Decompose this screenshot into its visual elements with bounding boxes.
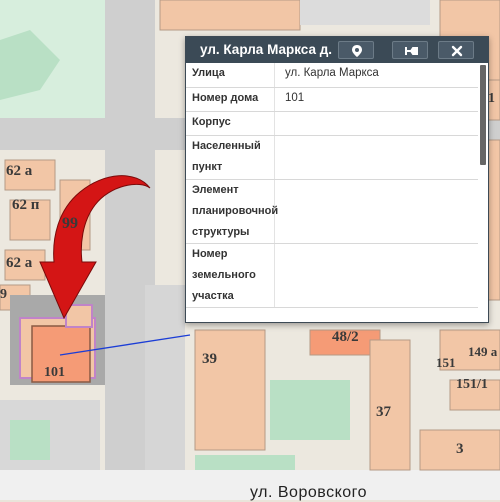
house-label: 99 (62, 215, 78, 232)
house-label: 39 (202, 351, 217, 367)
house-label: 151/1 (456, 377, 488, 392)
attr-value: ул. Карла Маркса (274, 63, 478, 88)
house-label: 1 (488, 91, 495, 106)
house-label: 3 (456, 441, 464, 457)
info-popup: ул. Карла Маркса д. Улица ул. Карла Марк… (185, 36, 489, 323)
attr-key: Корпус (186, 111, 275, 136)
popup-header: ул. Карла Маркса д. (186, 37, 488, 63)
house-label: 149 а (468, 344, 498, 359)
attr-key: Элемент планировочной структуры (186, 179, 278, 244)
attr-key: Номер земельного участка (186, 243, 275, 308)
popup-scrollbar[interactable] (480, 65, 486, 165)
table-row: Номер дома 101 (186, 87, 478, 112)
table-row: Населенный пункт (186, 135, 478, 180)
house-label: 48/2 (332, 329, 359, 345)
popup-title: ул. Карла Маркса д. (200, 42, 333, 57)
attr-value (274, 179, 478, 244)
table-row: Корпус (186, 111, 478, 136)
attr-key: Улица (186, 63, 275, 88)
house-label: 9 (0, 287, 7, 302)
attr-value (274, 111, 478, 136)
street-label: ул. Воровского (250, 484, 368, 501)
popup-body: Улица ул. Карла Маркса Номер дома 101 Ко… (186, 63, 488, 322)
table-row: Улица ул. Карла Маркса (186, 63, 478, 88)
pushpin-icon (405, 47, 418, 55)
house-label: 151 (436, 355, 456, 370)
table-row: Номер земельного участка (186, 243, 478, 308)
attr-value: 101 (274, 87, 478, 112)
map-pin-icon (352, 45, 362, 57)
house-label: 37 (376, 404, 391, 420)
attr-key: Населенный пункт (186, 135, 275, 180)
attr-value (274, 135, 478, 180)
close-icon (451, 45, 463, 57)
pin-button[interactable] (392, 41, 428, 59)
house-label: 62 а (6, 163, 33, 179)
house-label-selected: 101 (44, 365, 65, 380)
attr-key: Номер дома (186, 87, 275, 112)
close-button[interactable] (438, 41, 474, 59)
attr-value (274, 243, 478, 308)
house-label: 62 п (12, 197, 40, 213)
locate-button[interactable] (338, 41, 374, 59)
attributes-table: Улица ул. Карла Маркса Номер дома 101 Ко… (186, 63, 478, 308)
table-row: Элемент планировочной структуры (186, 179, 478, 244)
house-label: 62 а (6, 255, 33, 271)
